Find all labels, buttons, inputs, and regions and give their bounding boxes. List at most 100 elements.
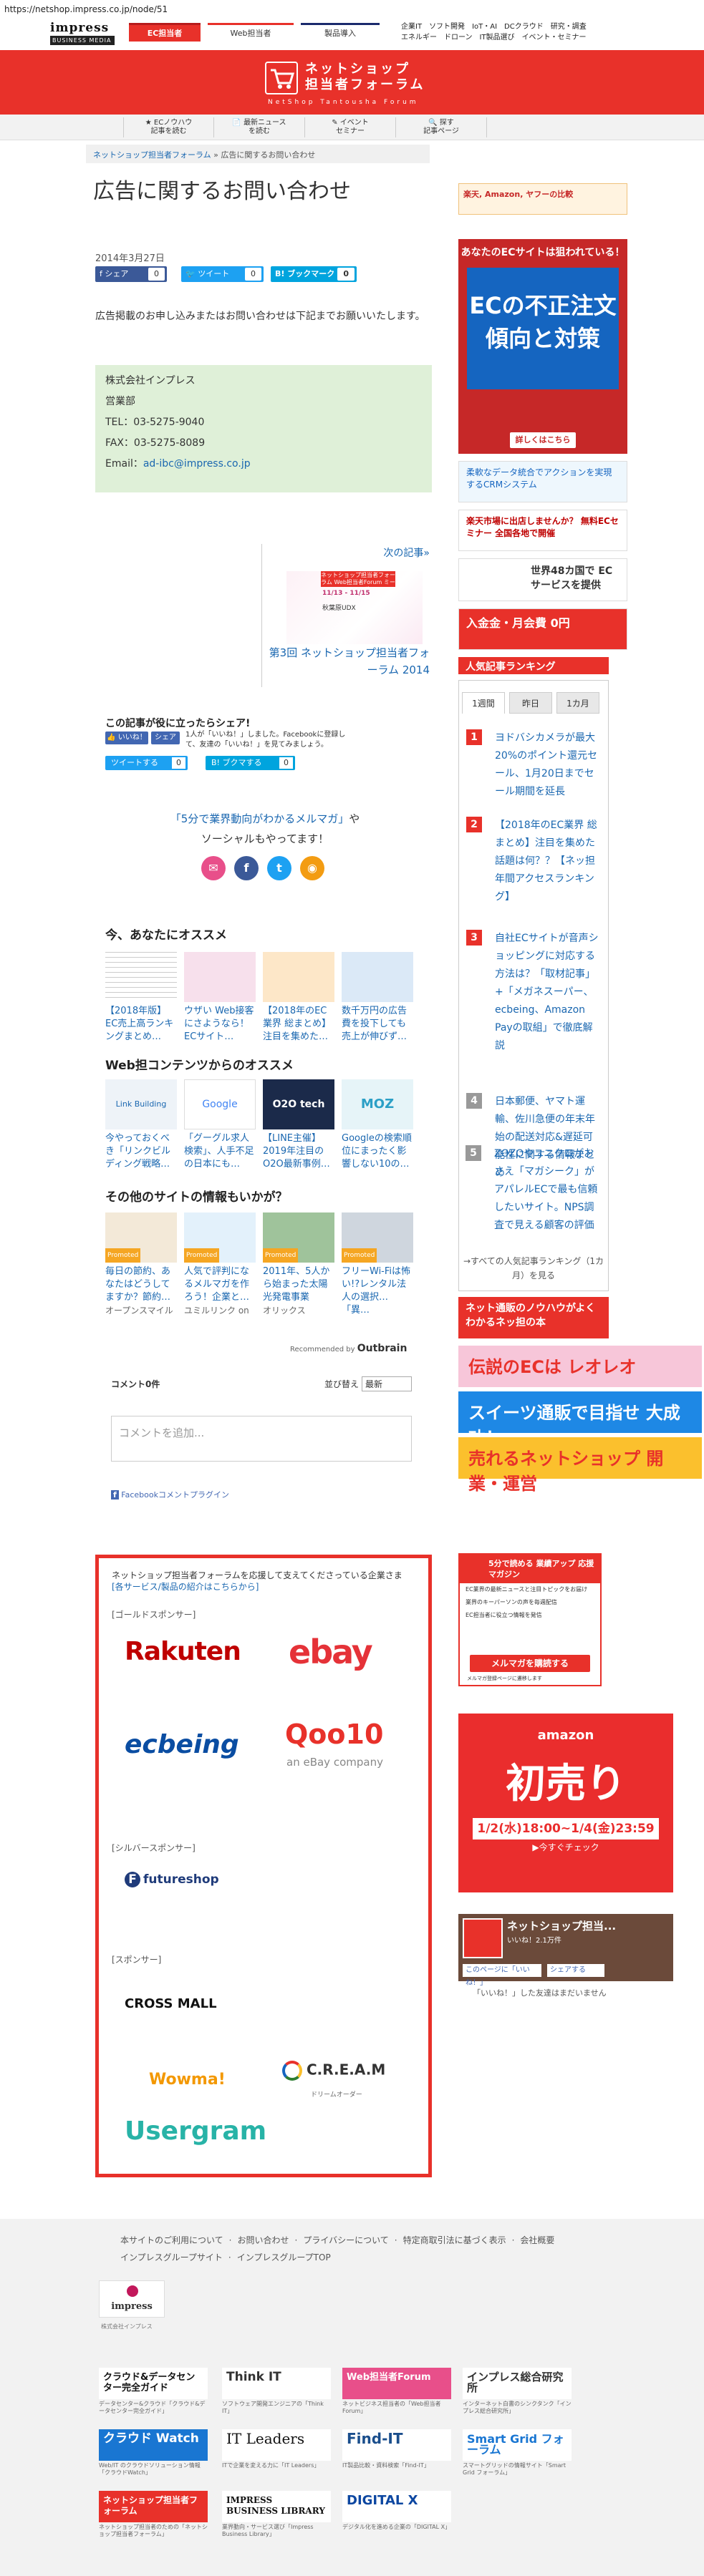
site-logo[interactable]: ネットショップ 担当者フォーラム NetShop Tantousha Forum [265, 59, 444, 106]
comment-input[interactable]: コメントを追加... [111, 1416, 412, 1462]
rec-card[interactable]: 【2018年版】EC売上高ランキングまとめ… [105, 952, 177, 1044]
tab-month[interactable]: 1カ月 [556, 692, 599, 714]
rec-card[interactable]: Promoted 毎日の節約、あなたはどうしてますか？節約… オープンスマイル [105, 1212, 177, 1320]
tab-products[interactable]: 製品導入 [301, 23, 380, 42]
footer-site-card[interactable]: インプレス総合研究所 インターネット白書のシンクタンク「インプレス総合研究所」 [463, 2368, 572, 2414]
facebook-like-button[interactable]: 👍 いいね！ [105, 732, 148, 744]
footer-site-card[interactable]: IT Leaders ITで企業を変える力に「IT Leaders」 [222, 2429, 331, 2472]
bookmark-button-2[interactable]: B! ブクマする 0 [206, 756, 295, 770]
ranking-more-link[interactable]: →すべての人気記事ランキング（1カ月）を見る [458, 1254, 609, 1283]
footer-site-card[interactable]: Find-IT IT製品比較・資料検索「Find-IT」 [342, 2429, 451, 2472]
gnav-link[interactable]: DCクラウド [504, 21, 544, 32]
fb-page-share-button[interactable]: シェアする [547, 1964, 604, 1977]
breadcrumb-home[interactable]: ネットショップ担当者フォーラム [93, 150, 211, 160]
crossmall-logo[interactable]: CROSS MALL [125, 1996, 217, 2011]
tab-yesterday[interactable]: 昨日 [509, 692, 552, 714]
mail-icon[interactable]: ✉ [201, 856, 226, 880]
tweet-button-2[interactable]: ツイートする 0 [105, 756, 188, 770]
gnav-link[interactable]: IoT・AI [472, 21, 497, 32]
ad-crm[interactable]: 柔軟なデータ統合でアクションを実現するCRMシステム [458, 461, 627, 502]
book-banner-leoleo[interactable]: 伝説のECは レオレオ [458, 1346, 702, 1387]
footer-impress-logo[interactable]: impress 株式会社インプレス [99, 2280, 165, 2330]
footer-link[interactable]: 本サイトのご利用について [120, 2235, 223, 2245]
next-article-thumbnail[interactable]: ネットショップ担当者フォーラム Web担当者Forum ミーティング 11/13… [286, 571, 423, 644]
twitter-icon[interactable]: t [267, 856, 291, 880]
footer-link[interactable]: プライバシーについて [303, 2235, 388, 2245]
footer-site-card[interactable]: Think IT ソフトウェア開発エンジニアの「Think IT」 [222, 2368, 331, 2414]
nav-events[interactable]: ✎ イベント セミナー [305, 117, 396, 137]
fb-page-title[interactable]: ネットショップ担当... [507, 1918, 616, 1933]
usergram-logo[interactable]: Usergram [125, 2116, 266, 2146]
contact-email-link[interactable]: ad-ibc@impress.co.jp [143, 458, 251, 470]
rec-card[interactable]: Promoted 2011年、5人から始まった太陽光発電事業 オリックス [263, 1212, 334, 1320]
ad-zero-fee[interactable]: 入金金・月会費 0円 [458, 608, 627, 650]
nav-knowhow[interactable]: ★ ECノウハウ 記事を読む [123, 117, 214, 137]
rakuten-logo[interactable]: Rakuten [125, 1637, 241, 1666]
hatena-bookmark-button[interactable]: B! ブックマーク 0 [271, 266, 357, 282]
rec-card[interactable]: Promoted 人気で評判になるメルマガを作ろう！企業と… ユミルリンク on マ… [184, 1212, 256, 1320]
footer-link[interactable]: 特定商取引法に基づく表示 [403, 2235, 506, 2245]
nav-search[interactable]: 🔍 探す 記事ページ [396, 117, 487, 137]
sort-select[interactable]: 最新 [362, 1376, 412, 1391]
rss-icon[interactable]: ◉ [300, 856, 324, 880]
footer-link[interactable]: お問い合わせ [237, 2235, 289, 2245]
footer-link[interactable]: インプレスグループTOP [237, 2252, 331, 2262]
futureshop-logo[interactable]: Ffutureshop [125, 1872, 219, 1887]
footer-link[interactable]: 会社概要 [520, 2235, 554, 2245]
next-article-link[interactable]: 次の記事» [301, 545, 430, 560]
rec-card[interactable]: MOZ Googleの検索順位にまったく影響しない10の… [342, 1079, 413, 1171]
ebay-logo[interactable]: ebay [289, 1633, 373, 1671]
ecbeing-logo[interactable]: ecbeing [125, 1730, 239, 1759]
footer-site-card[interactable]: ネットショップ担当者フォーラム ネットショップ担当者のための「ネットショップ担当者… [99, 2491, 208, 2537]
amazon-cta[interactable]: ▶今すぐチェック [458, 1841, 673, 1853]
rec-card[interactable]: Link Building 今やっておくべき「リンクビルディング戦略… [105, 1079, 177, 1171]
gnav-link[interactable]: ドローン [444, 32, 473, 43]
gnav-link[interactable]: 研究・調査 [551, 21, 587, 32]
facebook-comment-plugin-link[interactable]: f Facebookコメントプラグイン [111, 1489, 229, 1500]
facebook-icon[interactable]: f [234, 856, 259, 880]
footer-site-card[interactable]: クラウド&データセンター完全ガイド データセンター&クラウド「クラウド&データセン… [99, 2368, 208, 2414]
ranking-item[interactable]: 2 【2018年のEC業界 総まとめ】注目を集めた話題は何？？【ネッ担年間アクセス… [466, 817, 604, 924]
ad-detail-button[interactable]: 詳しくはこちら [510, 432, 576, 448]
footer-site-card[interactable]: クラウド Watch Web/IT のクラウドソリューション情報「クラウドWatc… [99, 2429, 208, 2476]
footer-site-card[interactable]: DIGITAL X デジタル化を進める企業の「DIGITAL X」 [342, 2491, 451, 2534]
address-bar[interactable]: https://netshop.impress.co.jp/node/51 [0, 0, 704, 19]
gnav-link[interactable]: イベント・セミナー [522, 32, 587, 43]
rec-card[interactable]: ウザい Web接客にさようなら！ ECサイト… [184, 952, 256, 1044]
nav-news[interactable]: 📄 最新ニュース を読む [214, 117, 305, 137]
gnav-link[interactable]: ソフト開発 [429, 21, 465, 32]
fb-page-like-button[interactable]: このページに「いいね！」 [463, 1964, 541, 1987]
tweet-button[interactable]: 🐦 ツイート 0 [181, 266, 264, 282]
sponsor-intro-link[interactable]: [各サービス/製品の紹介はこちらから] [112, 1582, 259, 1592]
wowma-logo[interactable]: Wowma! [149, 2071, 226, 2089]
gnav-link[interactable]: エネルギー [401, 32, 437, 43]
book-banner-sweets[interactable]: スイーツ通販で目指せ 大成功！ [458, 1391, 702, 1448]
ad-rakuten[interactable]: 楽天市場に出店しませんか？ 無料ECセミナー 全国各地で開催 [458, 510, 627, 551]
ranking-item[interactable]: 3 自社ECサイトが音声ショッピングに対応する方法は？「取材記事」+「メガネスーパ… [466, 930, 604, 1087]
rec-card[interactable]: 【2018年のEC業界 総まとめ】注目を集めた… [263, 952, 334, 1044]
facebook-share-button-2[interactable]: シェア [151, 732, 180, 744]
rec-card[interactable]: O2O tech 【LINE主催】2019年注目のO2O最新事例… [263, 1079, 334, 1171]
book-banner-opening[interactable]: 売れるネットショップ 開業・運営 [458, 1437, 702, 1494]
footer-site-card[interactable]: Smart Grid フォーラム スマートグリッドの情報サイト「Smart Gri… [463, 2429, 572, 2476]
rec-card[interactable]: Google 「グーグル求人検索」、人手不足の日本にも… [184, 1079, 256, 1171]
cream-logo[interactable]: C.R.E.A.M [282, 2061, 385, 2081]
gnav-link[interactable]: 企業IT [401, 21, 422, 32]
ranking-item[interactable]: 1 ヨドバシカメラが最大20%のポイント還元セール、1月20日までセール期間を延長 [466, 729, 604, 815]
outbrain-credit[interactable]: Recommended by Outbrain [290, 1343, 407, 1354]
fb-page-avatar[interactable] [463, 1918, 503, 1958]
ad-fraud-orders[interactable]: あなたのECサイトは狙われている！ ECの不正注文 傾向と対策 詳しくはこちら [458, 239, 627, 454]
footer-site-card[interactable]: Web担当者Forum ネットビジネス担当者の「Web担当者Forum」 [342, 2368, 451, 2414]
ad-amazon[interactable]: amazon 初売り 1/2(水)18:00~1/4(金)23:59 ▶今すぐチ… [458, 1714, 673, 1892]
rec-card[interactable]: Promoted フリーWi-Fiは怖い!?レンタル法人の選択…「異… TIME &… [342, 1212, 413, 1320]
footer-link[interactable]: インプレスグループサイト [120, 2252, 223, 2262]
rec-card[interactable]: 数千万円の広告費を投下しても売上が伸びず… [342, 952, 413, 1044]
mailmag-link[interactable]: 「5分で業界動向がわかるメルマガ」 [170, 812, 349, 825]
tab-week[interactable]: 1週間 [462, 692, 505, 714]
sidebar-banner-comparison[interactable]: 楽天, Amazon, ヤフーの比較 [458, 183, 627, 215]
tab-web[interactable]: Web担当者 [208, 23, 294, 42]
impress-logo[interactable]: impress BUSINESS MEDIA [50, 21, 115, 46]
next-article-title[interactable]: 第3回 ネットショップ担当者フォーラム 2014 [265, 644, 430, 679]
footer-site-card[interactable]: IMPRESS BUSINESS LIBRARY 業界動向・サービス選び「Impr… [222, 2491, 331, 2537]
ad-transcosmos[interactable]: 世界48カ国で ECサービスを提供 [458, 558, 627, 601]
